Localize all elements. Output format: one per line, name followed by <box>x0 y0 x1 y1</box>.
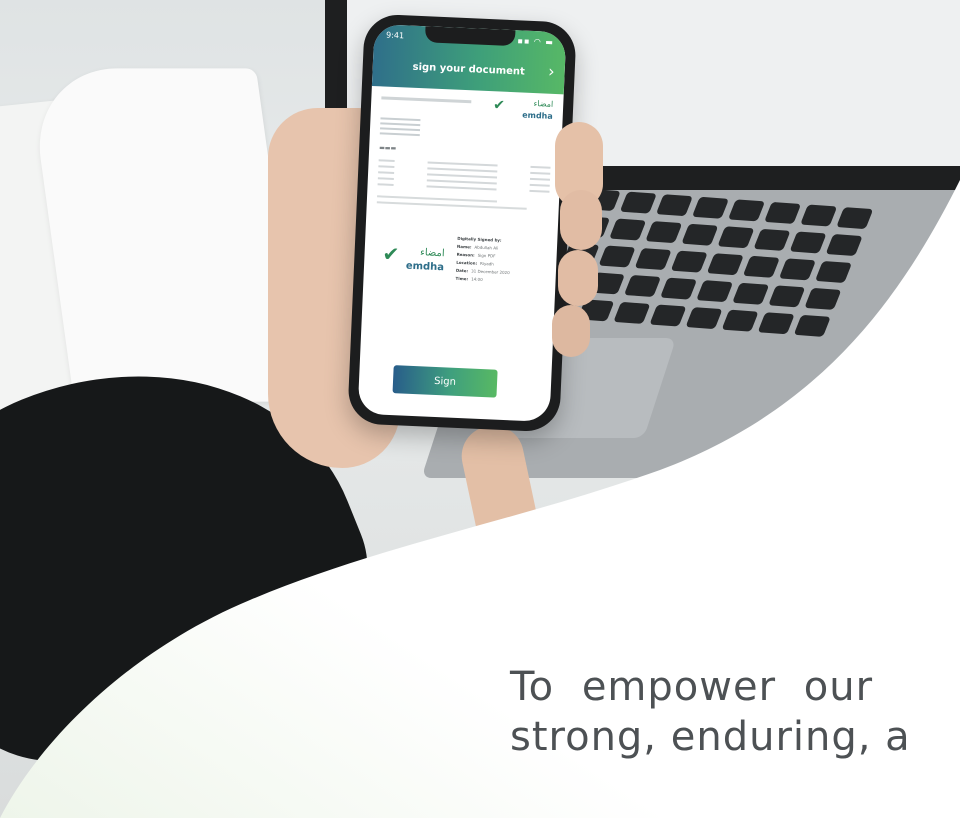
tagline-line-1: To empower our <box>510 664 874 710</box>
hero-section: 9:41 ▪▪ ◠ ▬ sign your document › ✔ امضاء… <box>0 0 960 818</box>
tagline-line-2: strong, enduring, a <box>510 714 911 760</box>
mission-tagline: To empower our strong, enduring, a <box>510 662 960 762</box>
